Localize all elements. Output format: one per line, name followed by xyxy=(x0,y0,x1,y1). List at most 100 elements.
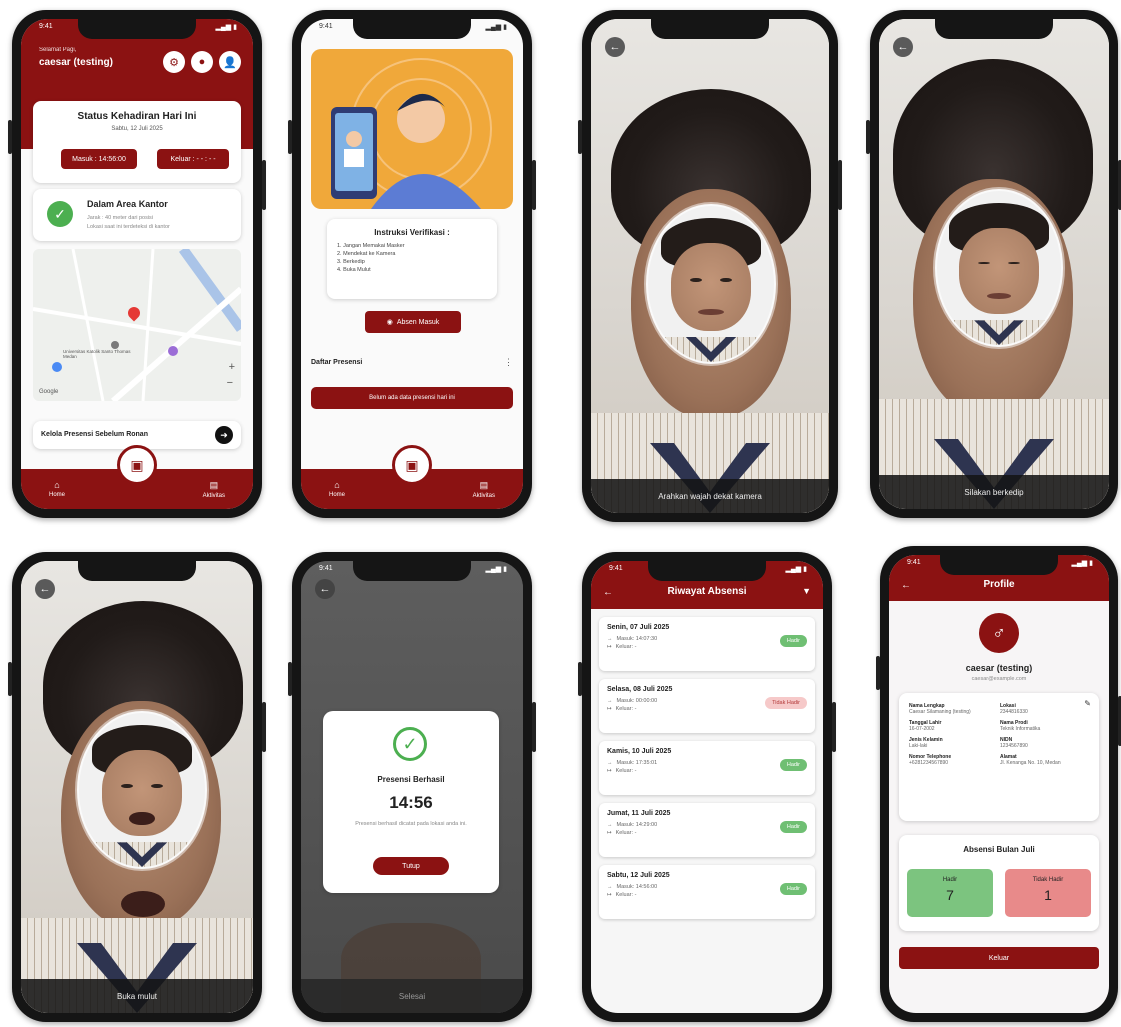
field-telephone: Nomor Telephone +6281234567890 xyxy=(909,754,952,766)
phone-profile: 9:41 ▂▄▆ ▮ ← Profile ♂ caesar (testing) c… xyxy=(876,546,1121,1022)
status-date: Sabtu, 12 Juli 2025 xyxy=(111,126,163,132)
map-svg xyxy=(33,249,241,401)
calendar-fab[interactable]: ▣ xyxy=(392,445,432,485)
area-sub1: Jarak : 40 meter dari posisi xyxy=(87,215,154,221)
history-title: Riwayat Absensi xyxy=(667,586,747,597)
home-icon: ⌂ xyxy=(54,480,60,490)
success-screen: 9:41 ▂▄▆ ▮ ← ✓ Presensi Berhasil 14:56 Pr… xyxy=(301,561,523,1013)
area-sub2: Lokasi saat ini terdeteksi di kantor xyxy=(87,224,170,230)
login-icon: → xyxy=(607,884,613,890)
status-card: Status Kehadiran Hari Ini Sabtu, 12 Juli… xyxy=(33,101,241,183)
history-item[interactable]: Jumat, 11 Juli 2025 → Masuk: 14:29:00 ↦ Ke… xyxy=(599,803,815,857)
summary-title: Absensi Bulan Juli xyxy=(963,845,1035,854)
phone-camera-1: ← Arahkan wajah dekat kamera xyxy=(578,10,842,522)
nav-activity-label: Aktivitas xyxy=(472,492,495,499)
check-circle-icon: ✓ xyxy=(47,201,73,227)
more-vert-icon[interactable]: ⋮ xyxy=(504,357,513,368)
zoom-in-icon[interactable]: + xyxy=(229,361,235,373)
filter-icon[interactable]: ▼ xyxy=(802,586,811,596)
area-title: Dalam Area Kantor xyxy=(87,199,168,209)
settings-icon[interactable]: ⚙ xyxy=(163,51,185,73)
nav-activity-label: Aktivitas xyxy=(202,492,225,499)
avatar: ♂ xyxy=(979,613,1019,653)
masuk-button[interactable]: Masuk : 14:56:00 xyxy=(61,149,137,169)
camera-screen-1: ← Arahkan wajah dekat kamera xyxy=(591,19,829,513)
history-date: Senin, 07 Juli 2025 xyxy=(607,624,670,631)
tutup-button[interactable]: Tutup xyxy=(373,857,449,875)
logout-icon: ↦ xyxy=(607,892,612,898)
verify-illustration xyxy=(311,49,513,209)
logout-button[interactable]: Keluar xyxy=(899,947,1099,969)
hadir-box: Hadir 7 xyxy=(907,869,993,917)
back-arrow-icon[interactable]: ← xyxy=(893,37,913,57)
tidak-hadir-box: Tidak Hadir 1 xyxy=(1005,869,1091,917)
summary-card: Absensi Bulan Juli Hadir 7 Tidak Hadir 1 xyxy=(899,835,1099,931)
history-date: Selasa, 08 Juli 2025 xyxy=(607,686,673,693)
phone-camera-2: ← Silakan berkedip xyxy=(866,10,1121,518)
history-date: Kamis, 10 Juli 2025 xyxy=(607,748,672,755)
history-keluar: ↦ Keluar: - xyxy=(607,768,637,774)
map-view[interactable]: Universitas Katolik Santo Thomas Medan G… xyxy=(33,249,241,401)
tidak-hadir-label: Tidak Hadir xyxy=(1032,877,1064,883)
nav-activity[interactable]: ▤ Aktivitas xyxy=(473,480,495,499)
map-label-campus: Universitas Katolik Santo Thomas Medan xyxy=(63,349,131,359)
illustration-svg xyxy=(331,58,492,209)
history-item[interactable]: Kamis, 10 Juli 2025 → Masuk: 17:35:01 ↦ Ke… xyxy=(599,741,815,795)
nav-home[interactable]: ⌂ Home xyxy=(49,480,65,498)
login-icon: → xyxy=(607,760,613,766)
user-icon[interactable]: 👤 xyxy=(219,51,241,73)
map-label-google: Google xyxy=(39,389,59,395)
status-badge: Hadir xyxy=(779,883,807,895)
notch xyxy=(935,19,1053,39)
field-tanggal-lahir: Tanggal Lahir 16-07-2002 xyxy=(909,720,942,732)
success-dialog: ✓ Presensi Berhasil 14:56 Presensi berha… xyxy=(323,711,499,893)
logout-icon: ↦ xyxy=(607,706,612,712)
status-badge: Tidak Hadir xyxy=(765,697,807,709)
zoom-out-icon[interactable]: − xyxy=(227,377,233,389)
status-bar: 9:41 ▂▄▆ ▮ xyxy=(319,23,507,31)
arrow-right-icon[interactable]: ➜ xyxy=(215,426,233,444)
phone-history: 9:41 ▂▄▆ ▮ ← Riwayat Absensi ▼ Senin, 07 … xyxy=(578,552,836,1022)
status-title: Status Kehadiran Hari Ini xyxy=(77,111,197,122)
field-jenis-kelamin: Jenis Kelamin Laki-laki xyxy=(909,737,943,749)
nav-home[interactable]: ⌂ Home xyxy=(329,480,345,498)
activity-icon: ▤ xyxy=(209,479,219,490)
instruction-card: Instruksi Verifikasi : 1. Jangan Memakai… xyxy=(327,219,497,299)
status-badge: Hadir xyxy=(779,635,807,647)
history-item[interactable]: Selasa, 08 Juli 2025 → Masuk: 00:00:00 ↦ K… xyxy=(599,679,815,733)
history-item[interactable]: Senin, 07 Juli 2025 → Masuk: 14:07:30 ↦ Ke… xyxy=(599,617,815,671)
history-masuk: → Masuk: 14:56:00 xyxy=(607,884,658,890)
instruction-item-4: 4. Buka Mulut xyxy=(337,267,371,273)
back-prompt-text: Kelola Presensi Sebelum Ronan xyxy=(41,431,148,438)
camera-screen-2: ← Silakan berkedip xyxy=(879,19,1109,509)
logout-icon: ↦ xyxy=(607,768,612,774)
greeting-text: Selamat Pagi, xyxy=(39,47,77,53)
success-title: Presensi Berhasil xyxy=(377,775,445,784)
login-icon: → xyxy=(607,822,613,828)
history-masuk: → Masuk: 17:35:01 xyxy=(607,760,658,766)
notification-icon[interactable]: ● xyxy=(191,51,213,73)
history-item[interactable]: Sabtu, 12 Juli 2025 → Masuk: 14:56:00 ↦ Ke… xyxy=(599,865,815,919)
calendar-fab[interactable]: ▣ xyxy=(117,445,157,485)
empty-presensi-bar: Belum ada data presensi hari ini xyxy=(311,387,513,409)
back-arrow-icon[interactable]: ← xyxy=(35,579,55,599)
success-message: Presensi berhasil dicatat pada lokasi an… xyxy=(355,821,467,827)
nav-activity[interactable]: ▤ Aktivitas xyxy=(203,480,225,499)
camera-icon: ◉ xyxy=(386,319,393,326)
notch xyxy=(78,561,196,581)
instruction-item-2: 2. Mendekat ke Kamera xyxy=(337,251,396,257)
keluar-button[interactable]: Keluar : - - : - - xyxy=(157,149,229,169)
calendar-icon: ▣ xyxy=(130,456,144,473)
history-date: Sabtu, 12 Juli 2025 xyxy=(607,872,670,879)
history-keluar: ↦ Keluar: - xyxy=(607,830,637,836)
phone-home: 9:41 ▂▄▆ ▮ Selamat Pagi, caesar (testing)… xyxy=(8,10,266,518)
edit-icon[interactable]: ✎ xyxy=(1084,699,1091,708)
male-icon: ♂ xyxy=(992,622,1006,643)
profile-name: caesar (testing) xyxy=(965,663,1033,673)
back-arrow-icon[interactable]: ← xyxy=(605,37,625,57)
field-lokasi: Lokasi 2344816330 xyxy=(1000,703,1028,715)
status-bar: 9:41 ▂▄▆ ▮ xyxy=(907,559,1093,567)
open-mouth xyxy=(121,891,165,917)
back-arrow-icon[interactable]: ← xyxy=(315,579,335,599)
absen-masuk-button[interactable]: ◉ Absen Masuk xyxy=(365,311,461,333)
